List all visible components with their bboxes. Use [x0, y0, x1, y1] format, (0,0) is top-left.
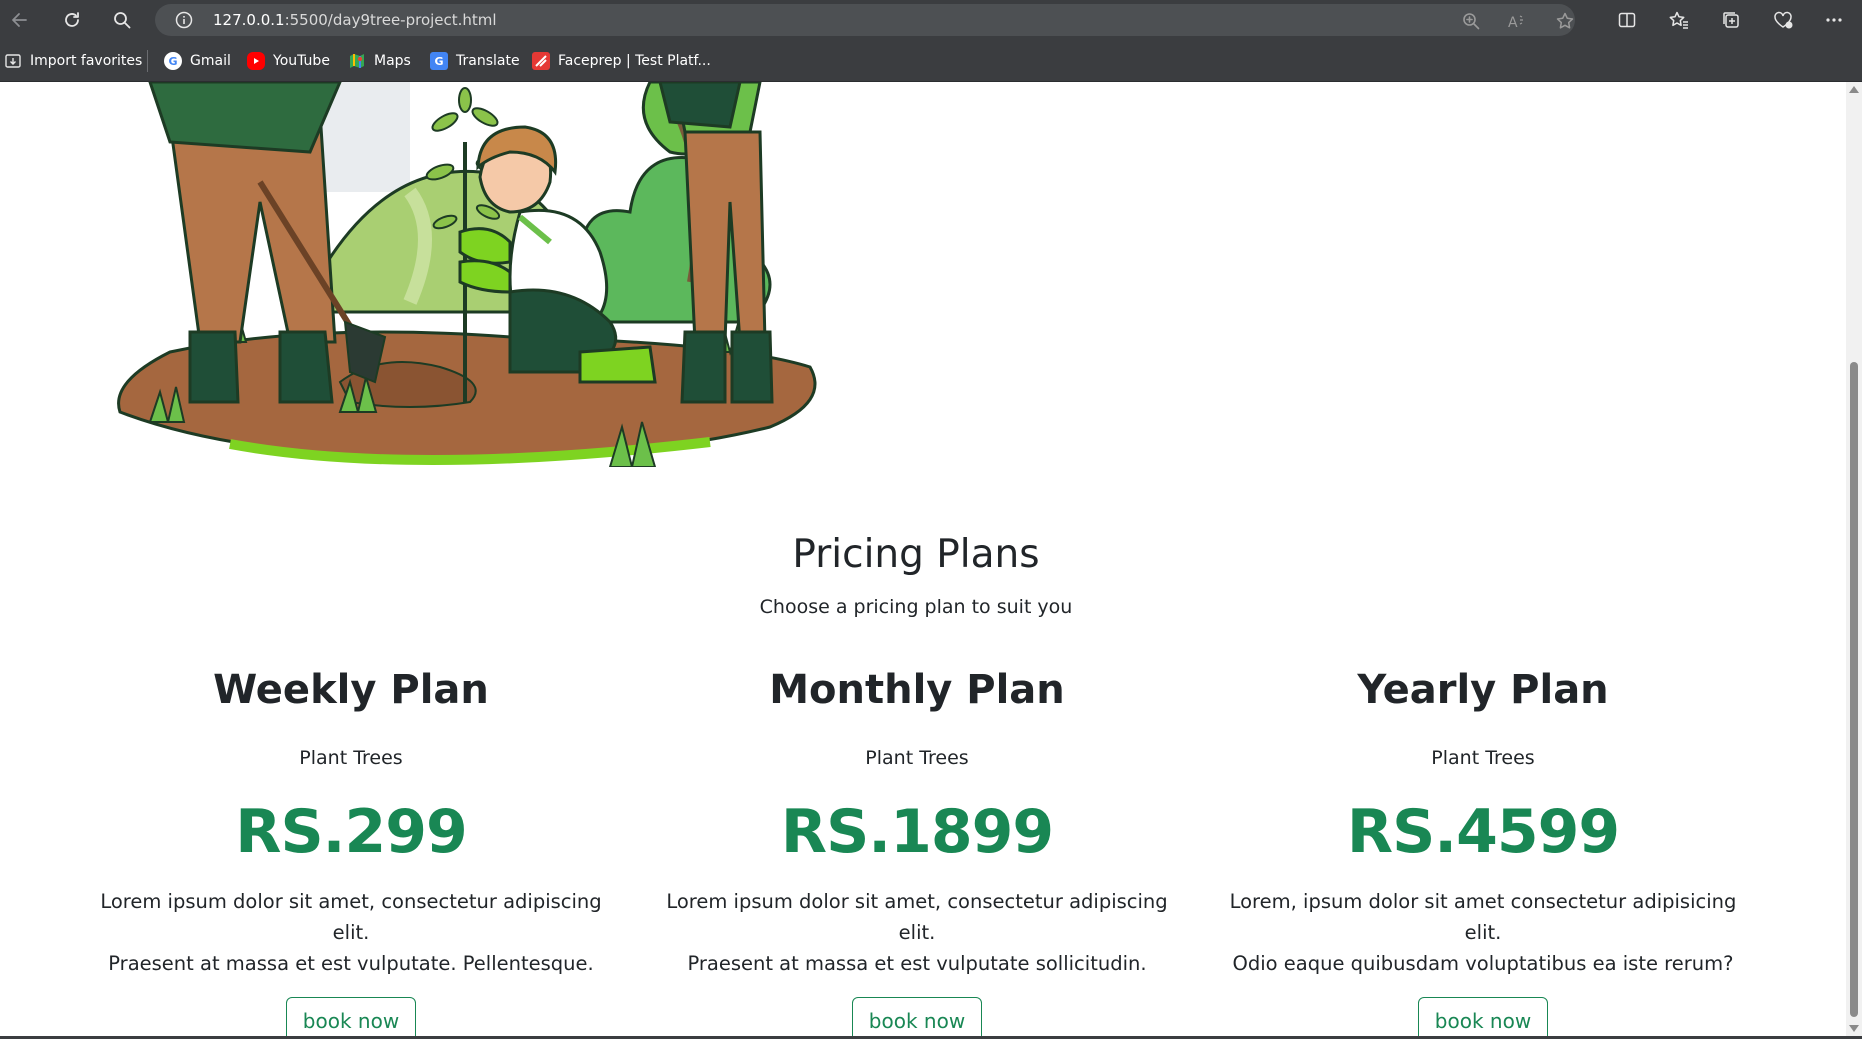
- translate-icon: G: [430, 52, 448, 70]
- plan-name: Yearly Plan: [1357, 667, 1609, 713]
- plan-description-line: Lorem ipsum dolor sit amet, consectetur …: [666, 890, 1168, 944]
- plan-description-line: Lorem ipsum dolor sit amet, consectetur …: [100, 890, 602, 944]
- plan-description: Lorem, ipsum dolor sit amet consectetur …: [1213, 886, 1753, 979]
- page-scrollbar[interactable]: [1846, 82, 1862, 1036]
- page-viewport: Pricing Plans Choose a pricing plan to s…: [0, 82, 1862, 1036]
- plan-price: RS.299: [235, 797, 467, 867]
- url-host: 127.0.0.1: [213, 11, 285, 29]
- url-text[interactable]: 127.0.0.1:5500/day9tree-project.html: [213, 11, 497, 29]
- google-icon: G: [164, 52, 182, 70]
- bookmarks-bar: Import favorites G Gmail YouTube Maps G …: [0, 40, 1862, 82]
- plan-card-monthly: Monthly Plan Plant Trees RS.1899 Lorem i…: [647, 662, 1187, 1036]
- plan-description-line: Praesent at massa et est vulputate. Pell…: [108, 952, 594, 975]
- browser-essentials-icon[interactable]: [1769, 6, 1797, 34]
- address-bar[interactable]: 127.0.0.1:5500/day9tree-project.html A: [155, 4, 1575, 36]
- bookmark-label: Import favorites: [30, 53, 143, 69]
- plan-card-weekly: Weekly Plan Plant Trees RS.299 Lorem ips…: [81, 662, 621, 1036]
- book-now-button[interactable]: book now: [851, 997, 983, 1036]
- plan-name: Monthly Plan: [769, 667, 1065, 713]
- collections-icon[interactable]: [1717, 6, 1745, 34]
- scroll-up-arrow-icon[interactable]: [1849, 86, 1859, 93]
- plan-price: RS.1899: [780, 797, 1054, 867]
- refresh-button[interactable]: [58, 6, 86, 34]
- pricing-title: Pricing Plans: [792, 532, 1040, 577]
- bookmark-label: Maps: [374, 53, 411, 69]
- plan-description: Lorem ipsum dolor sit amet, consectetur …: [647, 886, 1187, 979]
- site-info-icon[interactable]: [175, 11, 193, 29]
- bookmark-gmail[interactable]: G Gmail: [164, 50, 231, 72]
- bookmark-label: Faceprep | Test Platf...: [558, 53, 711, 69]
- plan-description-line: Praesent at massa et est vulputate solli…: [687, 952, 1147, 975]
- book-now-button[interactable]: book now: [285, 997, 417, 1036]
- favorites-icon[interactable]: [1665, 6, 1693, 34]
- bookmark-label: Translate: [456, 53, 520, 69]
- bookmark-import-favorites[interactable]: Import favorites: [4, 50, 142, 72]
- split-screen-icon[interactable]: [1613, 6, 1641, 34]
- url-path: :5500/day9tree-project.html: [284, 11, 497, 29]
- plan-card-yearly: Yearly Plan Plant Trees RS.4599 Lorem, i…: [1213, 662, 1753, 1036]
- tree-planting-illustration: [117, 82, 817, 467]
- favorite-star-icon[interactable]: [1554, 10, 1576, 32]
- book-now-button[interactable]: book now: [1417, 997, 1549, 1036]
- back-button[interactable]: [6, 6, 34, 34]
- back-arrow-icon: [12, 13, 27, 27]
- plan-feature: Plant Trees: [865, 747, 969, 769]
- more-menu-icon[interactable]: [1820, 6, 1848, 34]
- maps-icon: [348, 52, 366, 70]
- plan-description-line: Odio eaque quibusdam voluptatibus ea ist…: [1232, 952, 1734, 975]
- scroll-down-arrow-icon[interactable]: [1849, 1025, 1859, 1032]
- search-button[interactable]: [108, 6, 136, 34]
- bookmark-maps[interactable]: Maps: [348, 50, 411, 72]
- bookmark-faceprep[interactable]: Faceprep | Test Platf...: [532, 50, 711, 72]
- pricing-subtitle: Choose a pricing plan to suit you: [759, 596, 1073, 618]
- svg-text:A: A: [1508, 15, 1518, 31]
- plan-description: Lorem ipsum dolor sit amet, consectetur …: [81, 886, 621, 979]
- plan-feature: Plant Trees: [299, 747, 403, 769]
- plan-price: RS.4599: [1346, 797, 1620, 867]
- browser-toolbar: 127.0.0.1:5500/day9tree-project.html A: [0, 0, 1862, 40]
- zoom-icon[interactable]: [1460, 10, 1482, 32]
- faceprep-icon: [532, 52, 550, 70]
- plan-name: Weekly Plan: [213, 667, 489, 713]
- refresh-icon: [65, 12, 79, 27]
- bookmark-translate[interactable]: G Translate: [430, 50, 520, 72]
- import-icon: [4, 52, 22, 70]
- plan-feature: Plant Trees: [1431, 747, 1535, 769]
- plan-description-line: Lorem, ipsum dolor sit amet consectetur …: [1229, 890, 1737, 944]
- bookmark-youtube[interactable]: YouTube: [247, 50, 330, 72]
- bookmarks-separator: [147, 50, 148, 72]
- read-aloud-icon[interactable]: A: [1507, 10, 1529, 32]
- youtube-icon: [247, 52, 265, 70]
- bookmark-label: YouTube: [273, 53, 330, 69]
- bookmark-label: Gmail: [190, 53, 231, 69]
- scrollbar-thumb[interactable]: [1850, 362, 1858, 1017]
- search-icon: [114, 12, 131, 29]
